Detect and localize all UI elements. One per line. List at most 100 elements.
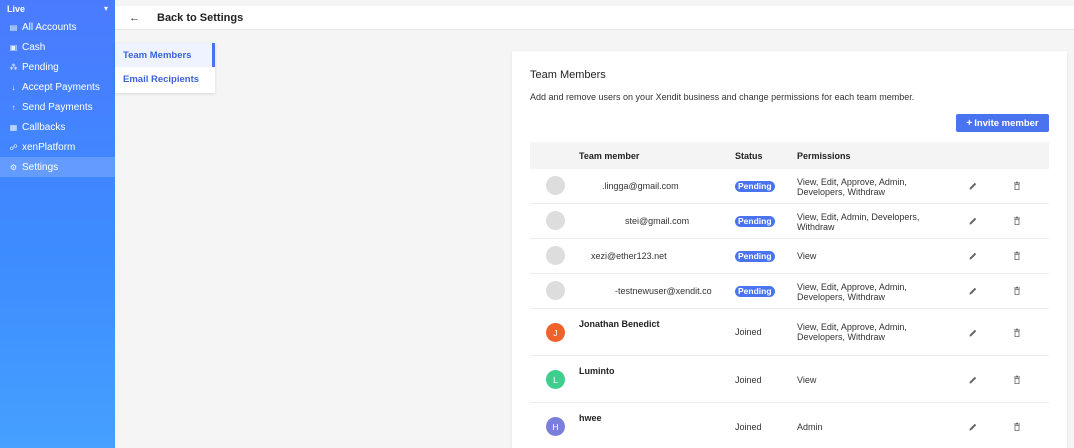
member-permissions: View, Edit, Approve, Admin, Developers, …	[797, 282, 957, 302]
avatar	[546, 211, 565, 230]
table-row: -testnewuser@xendit.co Pending View, Edi…	[530, 274, 1049, 309]
pencil-icon[interactable]	[968, 181, 978, 191]
column-header-status: Status	[735, 150, 763, 161]
sidebar-item-label: Settings	[22, 161, 59, 173]
arrow-up-icon: ↑	[11, 102, 16, 112]
sidebar-item-accept-payments[interactable]: ↓ Accept Payments	[0, 77, 115, 97]
cash-icon: ▣	[9, 42, 18, 52]
column-header-member: Team member	[579, 150, 640, 161]
member-permissions: View, Edit, Approve, Admin, Developers, …	[797, 177, 957, 197]
member-email: xezi@ether123.net	[591, 251, 667, 261]
permissions-line: View	[797, 375, 817, 385]
permissions-line: View	[797, 251, 817, 261]
trash-icon[interactable]	[1012, 422, 1022, 432]
member-email: -testnewuser@xendit.co	[615, 286, 712, 296]
invite-member-label: Invite member	[974, 117, 1039, 129]
invite-member-button[interactable]: + Invite member	[956, 114, 1049, 132]
pencil-icon[interactable]	[968, 286, 978, 296]
gear-icon: ⚙	[9, 162, 18, 172]
card-title: Team Members	[530, 69, 606, 81]
sidebar-item-label: Accept Payments	[22, 81, 100, 93]
chevron-down-icon: ▾	[103, 4, 108, 13]
sidebar-item-all-accounts[interactable]: ▤ All Accounts	[0, 17, 115, 37]
member-name: hwee	[579, 413, 602, 423]
users-icon: ☍	[9, 142, 18, 152]
environment-switcher[interactable]: Live ▾	[0, 0, 115, 17]
pencil-icon[interactable]	[968, 422, 978, 432]
status-badge: Pending	[735, 181, 775, 192]
trash-icon[interactable]	[1012, 251, 1022, 261]
trash-icon[interactable]	[1012, 328, 1022, 338]
avatar	[546, 176, 565, 195]
subnav-item-email-recipients[interactable]: Email Recipients	[115, 67, 215, 91]
plus-icon: +	[966, 117, 973, 129]
sidebar-item-label: Callbacks	[22, 121, 66, 133]
status-text: Joined	[735, 327, 762, 337]
member-permissions: Admin	[797, 422, 957, 432]
column-header-permissions: Permissions	[797, 150, 851, 161]
trash-icon[interactable]	[1012, 286, 1022, 296]
status-text: Joined	[735, 422, 762, 432]
status-text: Joined	[735, 375, 762, 385]
member-name: Luminto	[579, 366, 615, 376]
member-permissions: View, Edit, Approve, Admin, Developers, …	[797, 322, 957, 342]
sidebar-item-pending[interactable]: ⁂ Pending	[0, 57, 115, 77]
team-members-table: Team member Status Permissions .lingga@g…	[530, 142, 1049, 448]
sidebar-item-settings[interactable]: ⚙ Settings	[0, 157, 115, 177]
member-email: stei@gmail.com	[625, 216, 690, 226]
sidebar: Live ▾ ▤ All Accounts ▣ Cash ⁂ Pending ↓…	[0, 0, 115, 448]
top-bar: ← Back to Settings	[115, 6, 1074, 30]
table-header: Team member Status Permissions	[530, 142, 1049, 169]
permissions-line: Admin	[797, 422, 823, 432]
member-permissions: View	[797, 251, 957, 261]
sidebar-item-label: xenPlatform	[22, 141, 76, 153]
status-badge: Pending	[735, 216, 775, 227]
avatar	[546, 281, 565, 300]
status-badge: Pending	[735, 286, 775, 297]
subnav-item-team-members[interactable]: Team Members	[115, 43, 215, 67]
table-row: J Jonathan Benedict Joined View, Edit, A…	[530, 309, 1049, 356]
sidebar-item-label: All Accounts	[22, 21, 77, 33]
sidebar-item-cash[interactable]: ▣ Cash	[0, 37, 115, 57]
avatar: H	[546, 417, 565, 436]
avatar: J	[546, 323, 565, 342]
pending-icon: ⁂	[9, 62, 18, 72]
sidebar-item-send-payments[interactable]: ↑ Send Payments	[0, 97, 115, 117]
permissions-line: View, Edit, Approve, Admin,	[797, 282, 907, 292]
settings-subnav: Team Members Email Recipients	[115, 43, 215, 93]
environment-label: Live	[7, 3, 26, 14]
back-to-settings-link[interactable]: Back to Settings	[157, 12, 243, 24]
permissions-line: View, Edit, Approve, Admin,	[797, 177, 907, 187]
pencil-icon[interactable]	[968, 375, 978, 385]
table-row: .lingga@gmail.com Pending View, Edit, Ap…	[530, 169, 1049, 204]
pencil-icon[interactable]	[968, 328, 978, 338]
trash-icon[interactable]	[1012, 216, 1022, 226]
list-icon: ▤	[9, 22, 18, 32]
sidebar-item-xenplatform[interactable]: ☍ xenPlatform	[0, 137, 115, 157]
card-description: Add and remove users on your Xendit busi…	[530, 92, 915, 102]
team-members-card: Team Members Add and remove users on you…	[512, 51, 1067, 448]
trash-icon[interactable]	[1012, 181, 1022, 191]
pencil-icon[interactable]	[968, 216, 978, 226]
permissions-line: Withdraw	[797, 222, 835, 232]
permissions-line: Developers, Withdraw	[797, 332, 886, 342]
sidebar-item-label: Pending	[22, 61, 59, 73]
status-badge: Pending	[735, 251, 775, 262]
arrow-down-icon: ↓	[11, 82, 16, 92]
avatar	[546, 246, 565, 265]
member-permissions: View	[797, 375, 957, 385]
trash-icon[interactable]	[1012, 375, 1022, 385]
avatar: L	[546, 370, 565, 389]
member-name: Jonathan Benedict	[579, 319, 660, 329]
permissions-line: View, Edit, Approve, Admin,	[797, 322, 907, 332]
permissions-line: Developers, Withdraw	[797, 292, 886, 302]
table-row: H hwee Joined Admin	[530, 403, 1049, 448]
table-row: xezi@ether123.net Pending View	[530, 239, 1049, 274]
back-arrow-icon[interactable]: ←	[129, 12, 141, 24]
sidebar-item-callbacks[interactable]: ▦ Callbacks	[0, 117, 115, 137]
callbacks-icon: ▦	[9, 122, 18, 132]
member-permissions: View, Edit, Admin, Developers, Withdraw	[797, 212, 957, 232]
sidebar-item-label: Cash	[22, 41, 46, 53]
pencil-icon[interactable]	[968, 251, 978, 261]
member-email: .lingga@gmail.com	[602, 181, 679, 191]
